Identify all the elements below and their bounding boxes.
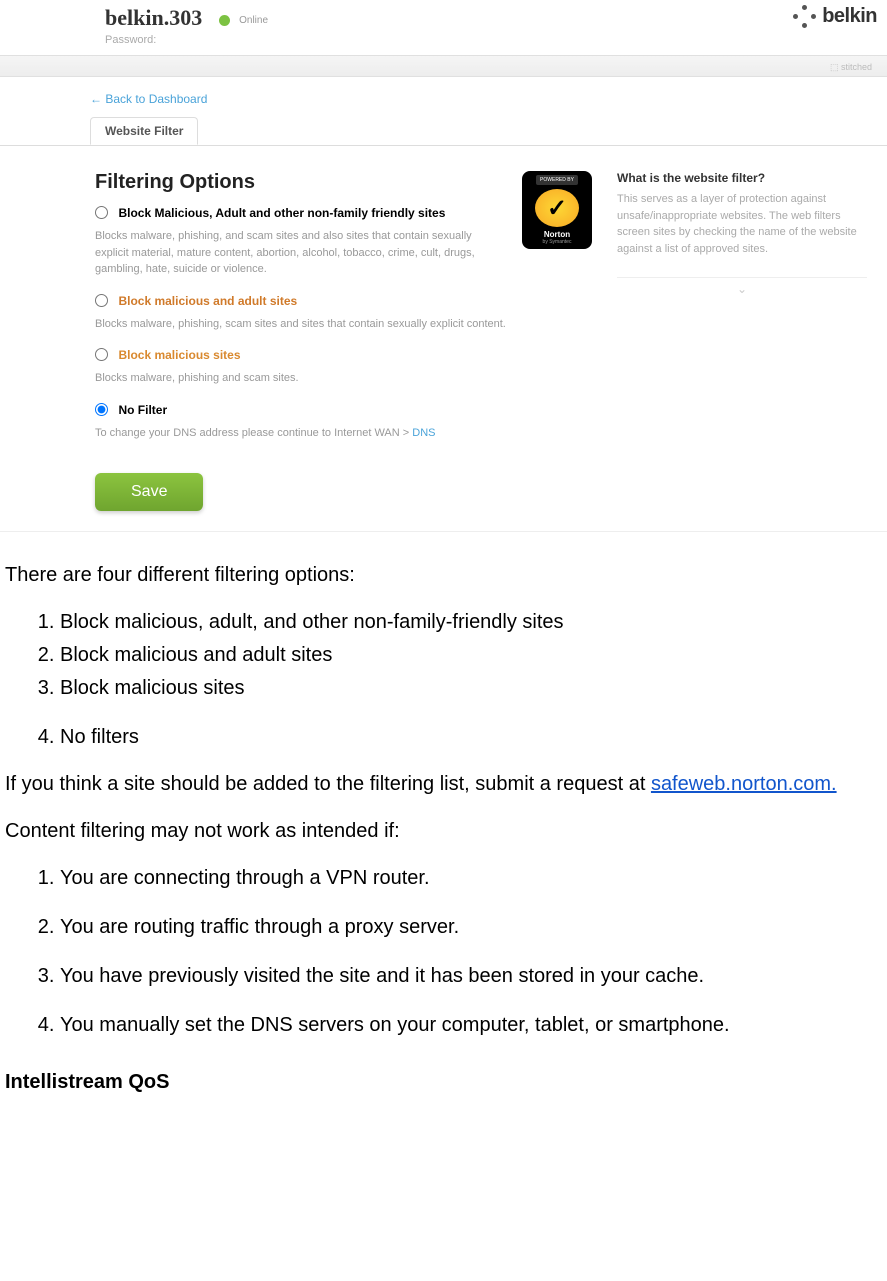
content-area: POWERED BY ✓ Norton by Symantec Filterin… — [0, 146, 887, 511]
tab-website-filter[interactable]: Website Filter — [90, 117, 198, 145]
filter-option-block-all[interactable]: Block Malicious, Adult and other non-fam… — [95, 204, 592, 278]
back-to-dashboard-link[interactable]: ← Back to Dashboard — [0, 77, 887, 116]
network-name: belkin.303 — [105, 5, 202, 30]
gray-stripe: ⬚ stitched — [0, 55, 887, 77]
opt-desc: To change your DNS address please contin… — [95, 425, 592, 442]
filtering-options-panel: POWERED BY ✓ Norton by Symantec Filterin… — [95, 171, 592, 511]
opt-desc: Blocks malware, phishing, and scam sites… — [95, 228, 592, 278]
opt-desc: Blocks malware, phishing and scam sites. — [95, 370, 592, 387]
list-item: You are connecting through a VPN router. — [60, 865, 867, 892]
list-item: No filters — [60, 724, 867, 751]
list-item: You are routing traffic through a proxy … — [60, 914, 867, 941]
norton-text: Norton — [544, 230, 570, 239]
filter-option-block-malicious-adult[interactable]: Block malicious and adult sites Blocks m… — [95, 292, 592, 333]
filter-options-list: Block malicious, adult, and other non-fa… — [5, 609, 867, 751]
dns-link[interactable]: DNS — [412, 427, 435, 439]
radio-block-malicious-adult[interactable] — [95, 294, 108, 307]
opt-desc: Blocks malware, phishing, scam sites and… — [95, 316, 592, 333]
list-item: Block malicious and adult sites — [60, 642, 867, 669]
status-dot-icon — [219, 15, 230, 26]
password-label: Password: — [105, 34, 156, 46]
filter-option-no-filter[interactable]: No Filter To change your DNS address ple… — [95, 401, 592, 442]
section-title: Filtering Options — [95, 171, 592, 194]
top-bar: belkin.303 Online belkin Password: — [0, 0, 887, 55]
radio-block-malicious[interactable] — [95, 348, 108, 361]
list-item: You have previously visited the site and… — [60, 963, 867, 990]
help-panel: What is the website filter? This serves … — [617, 171, 867, 511]
opt-label: Block Malicious, Adult and other non-fam… — [118, 206, 445, 220]
norton-badge: POWERED BY ✓ Norton by Symantec — [522, 171, 592, 249]
norton-check-icon: ✓ — [535, 189, 579, 227]
norton-subtext: by Symantec — [543, 239, 572, 245]
belkin-logo: belkin — [793, 5, 877, 28]
caveat-list: You are connecting through a VPN router.… — [5, 865, 867, 1039]
tab-bar: Website Filter — [0, 116, 887, 146]
safeweb-link[interactable]: safeweb.norton.com. — [651, 773, 837, 795]
help-text: This serves as a layer of protection aga… — [617, 191, 867, 257]
help-title: What is the website filter? — [617, 171, 867, 185]
belkin-dots-icon — [793, 5, 816, 28]
save-button[interactable]: Save — [95, 473, 203, 511]
filter-option-block-malicious[interactable]: Block malicious sites Blocks malware, ph… — [95, 346, 592, 387]
intro-paragraph: There are four different filtering optio… — [5, 562, 867, 589]
opt-label: No Filter — [118, 403, 167, 417]
opt-label: Block malicious and adult sites — [118, 294, 297, 308]
list-item: You manually set the DNS servers on your… — [60, 1012, 867, 1039]
opt-label: Block malicious sites — [118, 348, 240, 362]
norton-powered-label: POWERED BY — [536, 175, 578, 185]
list-item: Block malicious, adult, and other non-fa… — [60, 609, 867, 636]
status-text: Online — [239, 15, 268, 26]
radio-block-all[interactable] — [95, 206, 108, 219]
submit-prefix: If you think a site should be added to t… — [5, 773, 651, 795]
next-section-heading: Intellistream QoS — [5, 1069, 867, 1096]
brand-text: belkin — [822, 5, 877, 28]
router-screenshot: belkin.303 Online belkin Password: ⬚ sti… — [0, 0, 887, 532]
list-item: Block malicious sites — [60, 675, 867, 702]
caveat-intro: Content filtering may not work as intend… — [5, 818, 867, 845]
radio-no-filter[interactable] — [95, 403, 108, 416]
document-body: There are four different filtering optio… — [0, 532, 887, 1116]
dns-desc-prefix: To change your DNS address please contin… — [95, 427, 412, 439]
help-expand-icon[interactable]: ⌄ — [617, 277, 867, 296]
submit-paragraph: If you think a site should be added to t… — [5, 771, 867, 798]
